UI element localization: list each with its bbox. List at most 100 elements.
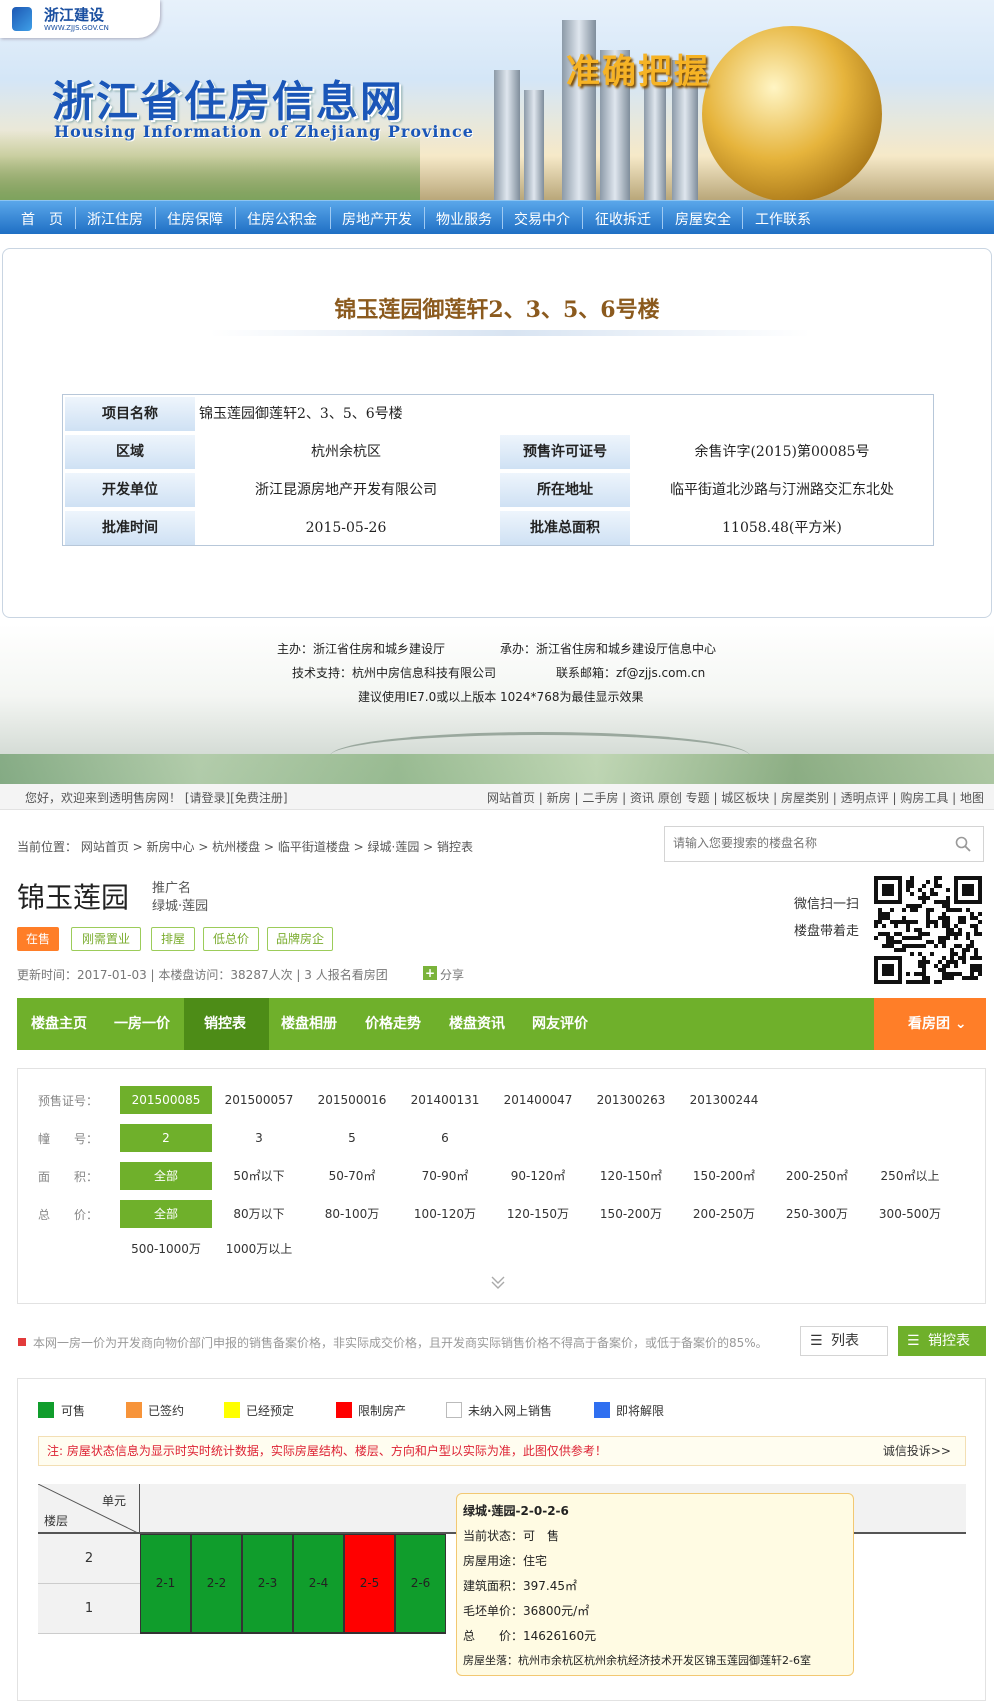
wechat-take-text: 楼盘带着走 xyxy=(794,924,860,939)
tab-reviews[interactable]: 网友评价 xyxy=(532,998,588,1050)
price-option[interactable]: 全部 xyxy=(120,1200,212,1228)
tag-on-sale[interactable]: 在售 xyxy=(17,927,59,951)
tag-brand-developer[interactable]: 品牌房企 xyxy=(267,927,333,951)
house-tour-label: 看房团 xyxy=(908,1016,950,1032)
price-option[interactable]: 1000万以上 xyxy=(213,1235,305,1263)
project-title: 锦玉莲园御莲轩2、3、5、6号楼 xyxy=(334,297,660,323)
project-name-key: 项目名称 xyxy=(65,397,195,431)
area-option[interactable]: 250㎡以上 xyxy=(864,1162,956,1190)
wechat-scan-text: 微信扫一扫 xyxy=(794,897,860,912)
share-plus-icon[interactable]: + xyxy=(423,966,437,980)
area-option[interactable]: 50㎡以下 xyxy=(213,1162,305,1190)
price-option[interactable]: 200-250万 xyxy=(678,1200,770,1228)
search-icon[interactable] xyxy=(955,836,971,852)
area-option[interactable]: 50-70㎡ xyxy=(306,1162,398,1190)
tab-estate-home[interactable]: 楼盘主页 xyxy=(31,998,87,1050)
price-option[interactable]: 150-200万 xyxy=(585,1200,677,1228)
building-option[interactable]: 2 xyxy=(120,1124,212,1152)
nav-item-housing-security[interactable]: 住房保障 xyxy=(167,209,223,229)
district-value: 杭州余杭区 xyxy=(311,444,381,460)
price-option[interactable]: 250-300万 xyxy=(771,1200,863,1228)
permit-option[interactable]: 201500016 xyxy=(306,1086,398,1114)
tag-first-home[interactable]: 刚需置业 xyxy=(71,927,141,951)
area-option[interactable]: 200-250㎡ xyxy=(771,1162,863,1190)
footer-email[interactable]: 联系邮箱：zf@zjjs.com.cn xyxy=(556,664,705,681)
permit-value: 余售许字(2015)第00085号 xyxy=(694,444,870,460)
building-option[interactable]: 6 xyxy=(399,1124,491,1152)
area-option[interactable]: 70-90㎡ xyxy=(399,1162,491,1190)
house-tour-button[interactable]: 看房团 ⌄ xyxy=(874,998,986,1050)
permit-option[interactable]: 201500085 xyxy=(120,1086,212,1114)
price-option[interactable]: 80万以下 xyxy=(213,1200,305,1228)
floor-header-label: 楼层 xyxy=(44,1514,69,1528)
area-option[interactable]: 90-120㎡ xyxy=(492,1162,584,1190)
nav-item-zj-housing[interactable]: 浙江住房 xyxy=(87,209,143,229)
price-option[interactable]: 80-100万 xyxy=(306,1200,398,1228)
legend-available-swatch xyxy=(38,1402,54,1418)
topbar-links[interactable]: 网站首页 | 新房 | 二手房 | 资讯 原创 专题 | 城区板块 | 房屋类别… xyxy=(487,789,984,806)
unit-cell[interactable]: 2-5 xyxy=(344,1534,395,1633)
tab-one-price[interactable]: 一房一价 xyxy=(114,998,170,1050)
title-divider xyxy=(210,330,810,336)
address-key: 所在地址 xyxy=(500,473,630,507)
nav-item-agency[interactable]: 交易中介 xyxy=(514,209,570,229)
nav-item-contact[interactable]: 工作联系 xyxy=(755,209,811,229)
unit-cell[interactable]: 2-4 xyxy=(293,1534,344,1633)
area-option[interactable]: 全部 xyxy=(120,1162,212,1190)
building-option[interactable]: 3 xyxy=(213,1124,305,1152)
tab-news[interactable]: 楼盘资讯 xyxy=(449,998,505,1050)
share-button[interactable]: 分享 xyxy=(440,966,464,983)
welcome-text[interactable]: 您好，欢迎来到透明售房网！ [请登录][免费注册] xyxy=(25,789,288,806)
footer-browser-note: 建议使用IE7.0或以上版本 1024*768为最佳显示效果 xyxy=(358,690,644,704)
logo-mark-icon xyxy=(12,7,32,31)
nav-item-property-service[interactable]: 物业服务 xyxy=(436,209,492,229)
skyline-building xyxy=(524,90,544,200)
tab-price-trend[interactable]: 价格走势 xyxy=(365,998,421,1050)
nav-item-home[interactable]: 首 页 xyxy=(21,209,63,229)
district-key: 区域 xyxy=(65,435,195,469)
breadcrumb[interactable]: 当前位置： 网站首页 > 新房中心 > 杭州楼盘 > 临平街道楼盘 > 绿城·莲… xyxy=(17,838,473,855)
nav-item-provident-fund[interactable]: 住房公积金 xyxy=(247,209,317,229)
price-option[interactable]: 120-150万 xyxy=(492,1200,584,1228)
legend-signed-swatch xyxy=(126,1402,142,1418)
permit-option[interactable]: 201500057 xyxy=(213,1086,305,1114)
gov-footer: 主办：浙江省住房和城乡建设厅 承办：浙江省住房和城乡建设厅信息中心 技术支持：杭… xyxy=(0,624,994,784)
lakeside-trees-image xyxy=(0,754,994,784)
list-icon: ☰ xyxy=(810,1333,823,1349)
search-box[interactable] xyxy=(664,826,984,862)
expand-more-icon[interactable] xyxy=(490,1274,506,1290)
building-filter-label: 幢 号： xyxy=(38,1132,99,1146)
list-view-button[interactable]: ☰ 列表 xyxy=(800,1326,888,1356)
footer-host: 主办：浙江省住房和城乡建设厅 xyxy=(277,642,446,656)
nav-item-expropriation[interactable]: 征收拆迁 xyxy=(595,209,651,229)
price-option[interactable]: 300-500万 xyxy=(864,1200,956,1228)
footer-tech-support[interactable]: 技术支持：杭州中房信息科技有限公司 xyxy=(292,664,496,681)
header-banner: 浙江建设 WWW.ZJJS.GOV.CN 浙江省住房信息网 Housing In… xyxy=(0,0,994,200)
price-option[interactable]: 100-120万 xyxy=(399,1200,491,1228)
unit-cell[interactable]: 2-1 xyxy=(140,1534,191,1633)
unit-cell[interactable]: 2-3 xyxy=(242,1534,293,1633)
tag-low-price[interactable]: 低总价 xyxy=(203,927,259,951)
unit-cell[interactable]: 2-6 xyxy=(395,1534,446,1633)
nav-item-housing-safety[interactable]: 房屋安全 xyxy=(675,209,731,229)
sales-table-view-button[interactable]: ☰ 销控表 xyxy=(898,1326,986,1356)
tab-album[interactable]: 楼盘相册 xyxy=(281,998,337,1050)
tag-townhouse[interactable]: 排屋 xyxy=(151,927,195,951)
area-option[interactable]: 150-200㎡ xyxy=(678,1162,770,1190)
permit-option[interactable]: 201300263 xyxy=(585,1086,677,1114)
price-option[interactable]: 500-1000万 xyxy=(120,1235,212,1263)
unit-cell[interactable]: 2-2 xyxy=(191,1534,242,1633)
permit-option[interactable]: 201400047 xyxy=(492,1086,584,1114)
logo[interactable]: 浙江建设 WWW.ZJJS.GOV.CN xyxy=(0,0,160,38)
permit-option[interactable]: 201300244 xyxy=(678,1086,770,1114)
building-option[interactable]: 5 xyxy=(306,1124,398,1152)
complaint-link[interactable]: 诚信投诉>> xyxy=(883,1437,951,1465)
area-option[interactable]: 120-150㎡ xyxy=(585,1162,677,1190)
nav-item-real-estate-dev[interactable]: 房地产开发 xyxy=(342,209,412,229)
legend-restricted-swatch xyxy=(336,1402,352,1418)
permit-option[interactable]: 201400131 xyxy=(399,1086,491,1114)
nav-divider xyxy=(582,207,583,229)
search-input[interactable] xyxy=(673,836,943,850)
tab-sales-control[interactable]: 销控表 xyxy=(204,998,246,1050)
skyline-building xyxy=(644,80,666,200)
